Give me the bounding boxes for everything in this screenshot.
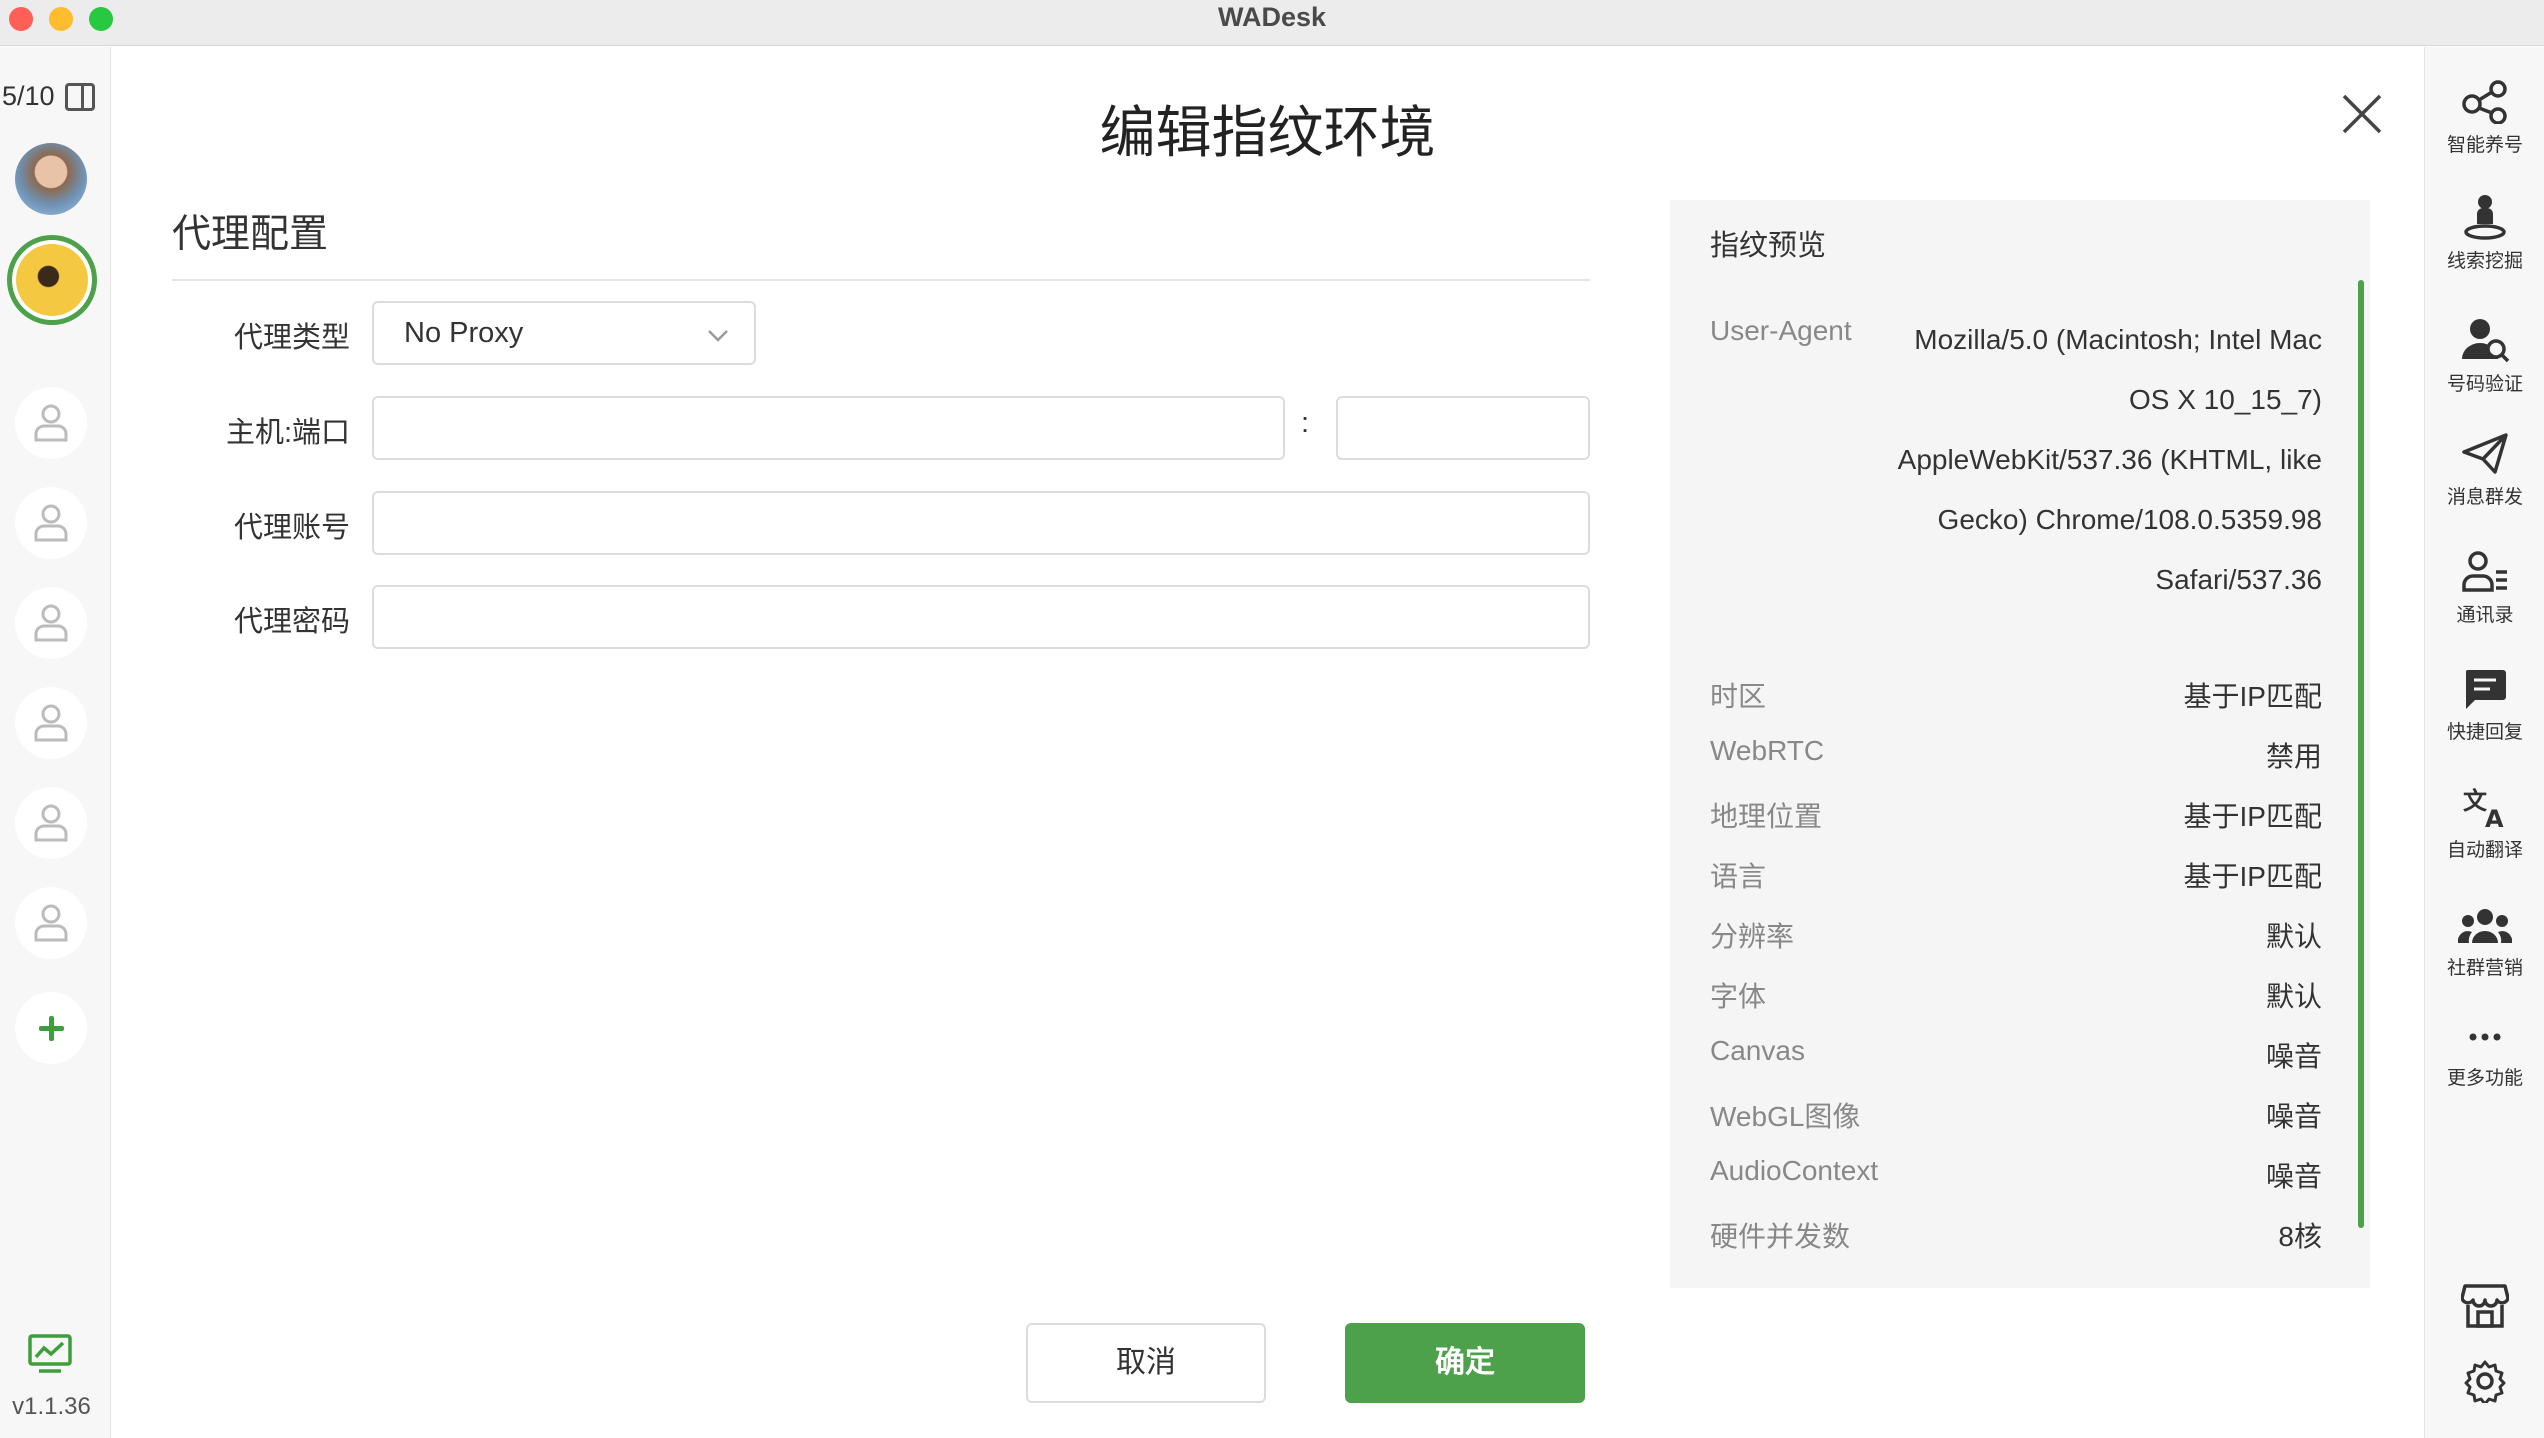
share-nodes-icon [2462,80,2507,124]
preview-key: AudioContext [1710,1155,1879,1186]
preview-key: 时区 [1710,681,1767,712]
app-version: v1.1.36 [12,1393,91,1420]
more-dots-icon [2469,1033,2501,1041]
feature-more[interactable]: 更多功能 [2425,1017,2544,1090]
feature-label: 号码验证 [2446,374,2523,395]
empty-account-slot[interactable] [15,787,87,859]
person-outline-icon [34,704,68,742]
section-divider [172,279,1590,281]
proxy-type-select[interactable]: No Proxy [372,301,756,365]
preview-value: 默认 [2265,921,2322,952]
preview-key: 地理位置 [1710,801,1823,832]
translate-icon: 文A [2463,787,2504,829]
account-count: 5/10 [2,81,55,111]
feature-label: 社群营销 [2446,958,2523,979]
empty-account-slot[interactable] [15,387,87,459]
preview-value: 噪音 [2265,1161,2322,1192]
person-pin-icon [2464,195,2506,240]
feature-auto-translate[interactable]: 文A 自动翻译 [2425,785,2544,862]
account-avatar-active[interactable] [7,235,97,325]
feature-community-marketing[interactable]: 社群营销 [2425,907,2544,980]
feature-broadcast[interactable]: 消息群发 [2425,432,2544,509]
chevron-down-icon [708,330,728,342]
section-title-proxy: 代理配置 [172,213,329,256]
preview-value: 禁用 [2265,741,2322,772]
host-input[interactable] [372,396,1285,460]
chat-bubble-icon [2465,670,2506,709]
preview-value: 噪音 [2265,1041,2322,1072]
preview-title: 指纹预览 [1710,230,1827,262]
feature-number-verify[interactable]: 号码验证 [2425,317,2544,396]
window-titlebar: WADesk [0,0,2544,46]
feature-quick-reply[interactable]: 快捷回复 [2425,667,2544,744]
group-icon [2458,909,2512,943]
empty-account-slot[interactable] [15,687,87,759]
store-icon[interactable] [2461,1283,2509,1329]
preview-key: 语言 [1710,861,1767,892]
person-outline-icon [34,404,68,442]
account-sidebar: 5/10 v1.1.36 [0,47,111,1438]
add-account-button[interactable] [15,992,87,1064]
person-outline-icon [34,604,68,642]
preview-value: 8核 [2278,1221,2322,1252]
empty-account-slot[interactable] [15,487,87,559]
feature-label: 线索挖掘 [2446,251,2523,272]
preview-value: 基于IP匹配 [2183,861,2322,892]
feature-label: 智能养号 [2446,135,2523,156]
port-input[interactable] [1336,396,1590,460]
settings-gear-icon[interactable] [2463,1359,2507,1403]
person-outline-icon [34,504,68,542]
preview-value: 噪音 [2265,1101,2322,1132]
feature-label: 快捷回复 [2446,722,2523,743]
feature-sidebar: 智能养号 线索挖掘 号码验证 消息群发 通讯录 快捷回复 文A 自动翻译 社群营… [2424,47,2544,1438]
preview-scrollbar[interactable] [2358,280,2364,1228]
preview-key: 分辨率 [1710,921,1795,952]
host-port-label: 主机:端口 [225,417,350,449]
empty-account-slot[interactable] [15,887,87,959]
proxy-account-input[interactable] [372,491,1590,555]
collapse-sidebar-icon[interactable] [65,83,95,111]
confirm-button[interactable]: 确定 [1345,1323,1585,1403]
feature-contacts[interactable]: 通讯录 [2425,550,2544,627]
preview-key: Canvas [1710,1035,1805,1066]
person-outline-icon [34,904,68,942]
proxy-type-label: 代理类型 [233,322,350,354]
feature-lead-mining[interactable]: 线索挖掘 [2425,192,2544,273]
feature-label: 更多功能 [2446,1068,2523,1089]
host-port-separator: : [1301,407,1310,439]
preview-value-user-agent: Mozilla/5.0 (Macintosh; Intel Mac OS X 1… [1897,324,2322,595]
user-search-icon [2462,319,2510,363]
preview-key: WebRTC [1710,735,1825,766]
svg-text:A: A [2485,805,2504,829]
proxy-password-label: 代理密码 [233,606,350,638]
paper-plane-icon [2462,433,2508,474]
empty-account-slot[interactable] [15,587,87,659]
window-title: WADesk [1217,2,1327,32]
cancel-button[interactable]: 取消 [1026,1323,1266,1403]
feature-label: 通讯录 [2456,605,2514,626]
preview-value: 默认 [2265,981,2322,1012]
preview-key: 字体 [1710,981,1767,1012]
fingerprint-preview-panel[interactable]: 指纹预览 User-Agent Mozilla/5.0 (Macintosh; … [1670,200,2370,1288]
proxy-password-input[interactable] [372,585,1590,649]
preview-value: 基于IP匹配 [2183,681,2322,712]
dialog-title: 编辑指纹环境 [1099,101,1436,164]
proxy-account-label: 代理账号 [233,512,350,544]
proxy-type-value: No Proxy [404,317,524,349]
feature-label: 消息群发 [2446,487,2523,508]
feature-label: 自动翻译 [2446,840,2523,861]
feature-smart-nurture[interactable]: 智能养号 [2425,80,2544,157]
contacts-icon [2462,551,2507,592]
person-outline-icon [34,804,68,842]
account-avatar[interactable] [15,143,87,215]
preview-value: 基于IP匹配 [2183,801,2322,832]
preview-key-user-agent: User-Agent [1710,315,1852,346]
close-icon[interactable] [2340,92,2384,136]
monitor-chart-icon[interactable] [27,1333,73,1375]
preview-key: WebGL图像 [1710,1101,1861,1132]
preview-key: 硬件并发数 [1710,1221,1851,1252]
